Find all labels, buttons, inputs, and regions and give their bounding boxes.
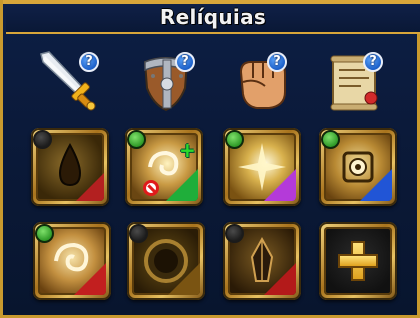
category-fist[interactable]: ? (231, 48, 301, 114)
upgrade-plus-icon: + (179, 138, 196, 162)
status-indicator (321, 130, 340, 149)
relics-panel: Relíquias ? ? ? ? + (0, 0, 420, 318)
help-icon[interactable]: ? (79, 52, 99, 72)
panel-title: Relíquias (159, 5, 267, 29)
help-icon[interactable]: ? (175, 52, 195, 72)
status-indicator (225, 224, 244, 243)
blocked-icon (143, 180, 159, 196)
help-icon[interactable]: ? (363, 52, 383, 72)
category-sword[interactable]: ? (35, 48, 105, 114)
status-indicator (35, 224, 54, 243)
title-bar: Relíquias (6, 4, 420, 34)
category-shield[interactable]: ? (135, 48, 205, 114)
status-indicator (127, 130, 146, 149)
status-indicator (129, 224, 148, 243)
add-relic-button[interactable] (319, 222, 397, 300)
help-icon[interactable]: ? (267, 52, 287, 72)
status-indicator (33, 130, 52, 149)
status-indicator (225, 130, 244, 149)
fist-icon (239, 61, 286, 109)
category-scroll[interactable]: ? (325, 48, 395, 114)
plus-icon (340, 243, 376, 279)
